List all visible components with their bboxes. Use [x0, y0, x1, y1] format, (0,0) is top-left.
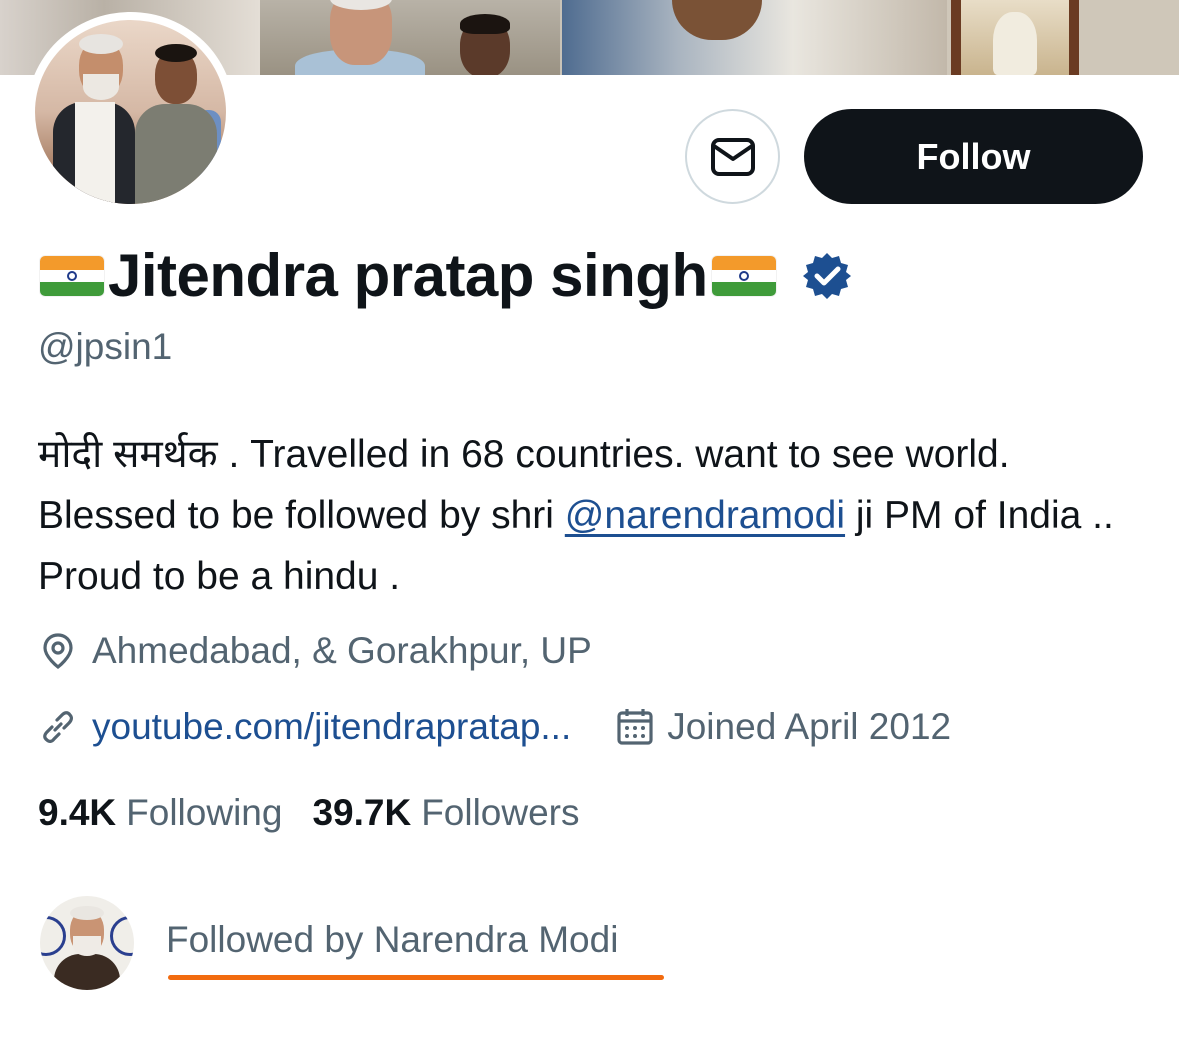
message-button[interactable]: [685, 109, 780, 204]
location-pin-icon: [43, 633, 73, 670]
following-link[interactable]: 9.4K Following: [38, 792, 282, 834]
banner-photo-segment: [562, 0, 947, 75]
bio-mention-link[interactable]: @narendramodi: [565, 494, 845, 537]
india-flag-icon: [40, 256, 104, 296]
joined-date: Joined April 2012: [615, 706, 951, 748]
profile-stats: 9.4K Following 39.7K Followers: [38, 792, 580, 834]
website-link[interactable]: youtube.com/jitendrapratap...: [92, 706, 571, 748]
profile-location: Ahmedabad, & Gorakhpur, UP: [38, 630, 592, 672]
link-icon: [43, 711, 73, 743]
follow-button[interactable]: Follow: [804, 109, 1143, 204]
followed-by-text: Followed by Narendra Modi: [166, 919, 664, 980]
followed-by-label: Followed by Narendra Modi: [166, 919, 619, 960]
profile-handle: @jpsin1: [38, 326, 173, 367]
location-text: Ahmedabad, & Gorakhpur, UP: [92, 630, 592, 671]
profile-name-row: Jitendra pratap singh: [40, 244, 852, 308]
profile-website-row: youtube.com/jitendrapratap... Joined Apr…: [38, 706, 951, 748]
followers-label: Followers: [421, 792, 580, 833]
followers-link[interactable]: 39.7K Followers: [312, 792, 579, 834]
followers-count: 39.7K: [312, 792, 412, 833]
banner-photo-segment: [260, 0, 560, 75]
envelope-icon: [710, 137, 755, 176]
banner-photo-segment: [947, 0, 1179, 75]
calendar-icon: [617, 709, 653, 745]
verified-badge-icon[interactable]: [802, 251, 852, 301]
india-flag-icon: [711, 256, 776, 296]
profile-name: Jitendra pratap singh: [108, 242, 708, 309]
avatar-photo: [35, 20, 226, 204]
profile-avatar[interactable]: [27, 12, 234, 212]
following-label: Following: [126, 792, 283, 833]
followed-by-row[interactable]: Followed by Narendra Modi: [40, 896, 664, 990]
follower-avatar: [40, 896, 134, 990]
highlight-underline: [168, 975, 664, 980]
joined-text: Joined April 2012: [667, 706, 952, 747]
following-count: 9.4K: [38, 792, 117, 833]
profile-bio: मोदी समर्थक . Travelled in 68 countries.…: [38, 424, 1148, 607]
